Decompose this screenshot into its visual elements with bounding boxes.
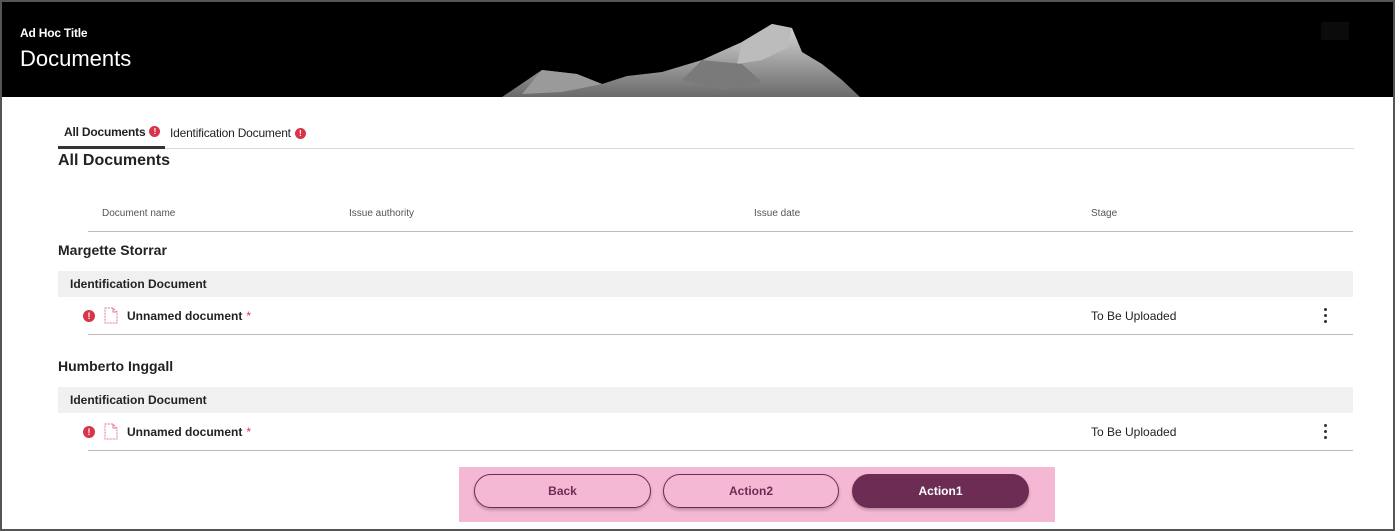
document-stage: To Be Uploaded — [1091, 425, 1177, 439]
required-mark: * — [246, 425, 252, 439]
alert-icon: ! — [149, 126, 161, 137]
document-group-label: Identification Document — [70, 393, 207, 407]
document-group-header: Identification Document — [58, 271, 1353, 297]
alert-icon: ! — [83, 426, 95, 438]
tab-label: Identification Document — [170, 126, 291, 140]
alert-icon: ! — [294, 127, 306, 139]
column-header-document-name: Document name — [102, 208, 176, 219]
table-row[interactable]: ! Unnamed document * To Be Uploaded — [83, 297, 1353, 335]
page-header: Ad Hoc Title Documents — [2, 2, 1393, 97]
action-bar: Back Action2 Action1 — [459, 467, 1055, 522]
section-title: All Documents — [58, 152, 171, 169]
column-header-issue-date: Issue date — [754, 208, 801, 219]
page-title: Documents — [20, 46, 132, 71]
kebab-menu-icon[interactable] — [1316, 421, 1334, 443]
header-corner-mark — [1321, 22, 1349, 40]
document-name-text: Unnamed document — [127, 309, 243, 323]
table-row[interactable]: ! Unnamed document * To Be Uploaded — [83, 413, 1353, 451]
document-name[interactable]: Unnamed document * — [127, 425, 251, 439]
tab-all-documents[interactable]: All Documents ! — [58, 117, 165, 149]
document-group-header: Identification Document — [58, 387, 1353, 413]
document-stage: To Be Uploaded — [1091, 309, 1177, 323]
document-name-text: Unnamed document — [127, 425, 243, 439]
document-name[interactable]: Unnamed document * — [127, 309, 251, 323]
document-icon — [104, 423, 118, 440]
back-button[interactable]: Back — [474, 474, 651, 508]
table-header: Document name Issue authority Issue date… — [88, 200, 1353, 232]
person-name: Margette Storrar — [58, 242, 167, 258]
header-sup-title: Ad Hoc Title — [20, 26, 88, 40]
required-mark: * — [246, 309, 252, 323]
header-mountain-image — [502, 24, 860, 97]
document-icon — [104, 307, 118, 324]
column-header-stage: Stage — [1091, 208, 1118, 219]
kebab-menu-icon[interactable] — [1316, 305, 1334, 327]
person-name: Humberto Inggall — [58, 358, 174, 374]
action2-button[interactable]: Action2 — [663, 474, 839, 508]
tab-label: All Documents — [64, 124, 146, 139]
action1-button[interactable]: Action1 — [852, 474, 1029, 508]
tab-bar: All Documents ! Identification Document … — [58, 117, 1354, 149]
document-group-label: Identification Document — [70, 277, 207, 291]
column-header-issue-authority: Issue authority — [349, 208, 415, 219]
alert-icon: ! — [83, 310, 95, 322]
tab-identification-document[interactable]: Identification Document ! — [170, 117, 306, 149]
